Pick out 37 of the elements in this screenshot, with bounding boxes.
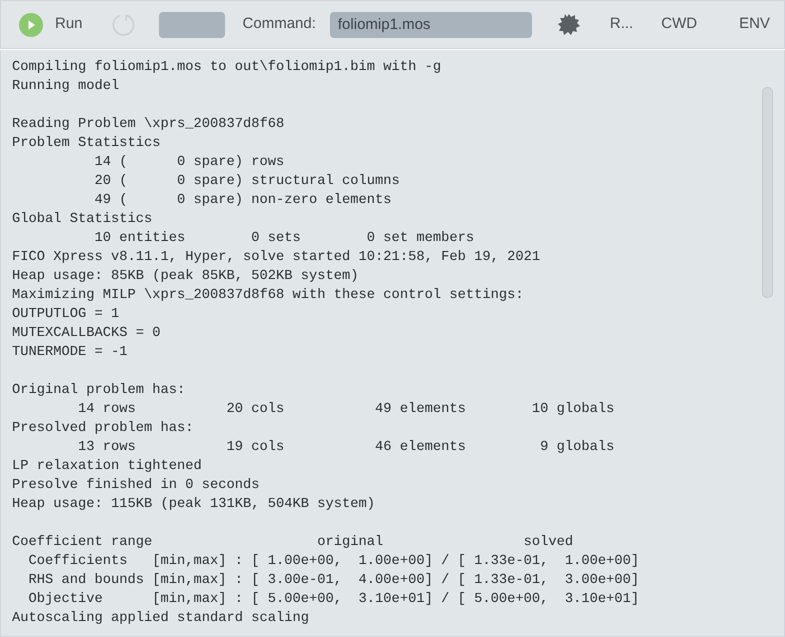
toolbar-link[interactable]: R... xyxy=(610,13,634,36)
output-line: Global Statistics xyxy=(12,211,154,229)
output-line: RHS and bounds [min,max] : [ 3.00e-01, 4.00e+00] / [ 1.33e-01, 3.00e+00] xyxy=(28,572,640,590)
output-line: Presolve finished in 0 seconds xyxy=(12,477,261,495)
output-line: Original problem has: xyxy=(12,382,186,400)
output-line: Autoscaling applied standard scaling xyxy=(12,610,310,628)
output-line: 20 ( 0 spare) structural columns xyxy=(94,173,401,191)
output-line: 10 entities 0 sets 0 set members xyxy=(94,230,476,248)
output-line: Heap usage: 85KB (peak 85KB, 502KB system) xyxy=(12,268,360,286)
output-line: TUNERMODE = -1 xyxy=(12,344,129,362)
output-line: 14 rows 20 cols 49 elements 10 globals xyxy=(77,401,616,419)
output-line: Presolved problem has: xyxy=(12,420,195,438)
output-line: 49 ( 0 spare) non-zero elements xyxy=(94,192,393,210)
output-line: Problem Statistics xyxy=(12,135,162,153)
output-line: Reading Problem \xprs_200837d8f68 xyxy=(12,116,286,134)
scrollbar-thumb[interactable] xyxy=(762,87,773,298)
toolbar-link[interactable]: CWD xyxy=(661,13,698,36)
output-line: OUTPUTLOG = 1 xyxy=(12,306,120,324)
output-line: MUTEXCALLBACKS = 0 xyxy=(12,325,162,343)
output-line: 13 rows 19 cols 46 elements 9 globals xyxy=(77,439,616,457)
blank-button[interactable] xyxy=(158,12,225,38)
output-line: 14 ( 0 spare) rows xyxy=(94,154,286,172)
output-line: Objective [min,max] : [ 5.00e+00, 3.10e+01] / [ 5.00e+00, 3.10e+01] xyxy=(28,591,640,609)
bug-icon[interactable] xyxy=(556,12,582,38)
command-field[interactable]: foliomip1.mos xyxy=(330,12,532,38)
output-line: Coefficient range original solved xyxy=(12,534,574,552)
output-line: Maximizing MILP \xprs_200837d8f68 with these control settings: xyxy=(12,287,525,305)
command-label: Command: xyxy=(242,14,316,34)
play-icon xyxy=(19,12,43,36)
output-line: Coefficients [min,max] : [ 1.00e+00, 1.00e+00] / [ 1.33e-01, 1.00e+00] xyxy=(28,553,640,571)
output-line: Compiling foliomip1.mos to out\foliomip1.bim with -g xyxy=(12,59,442,77)
run-button[interactable]: Run xyxy=(19,12,83,36)
output-line: FICO Xpress v8.11.1, Hyper, solve started 10:21:58, Feb 19, 2021 xyxy=(12,249,542,267)
output-line: Heap usage: 115KB (peak 131KB, 504KB system) xyxy=(12,496,376,514)
toolbar-link[interactable]: ENV xyxy=(739,13,770,36)
output-line: Running model xyxy=(12,78,120,96)
output-line: LP relaxation tightened xyxy=(12,458,203,476)
